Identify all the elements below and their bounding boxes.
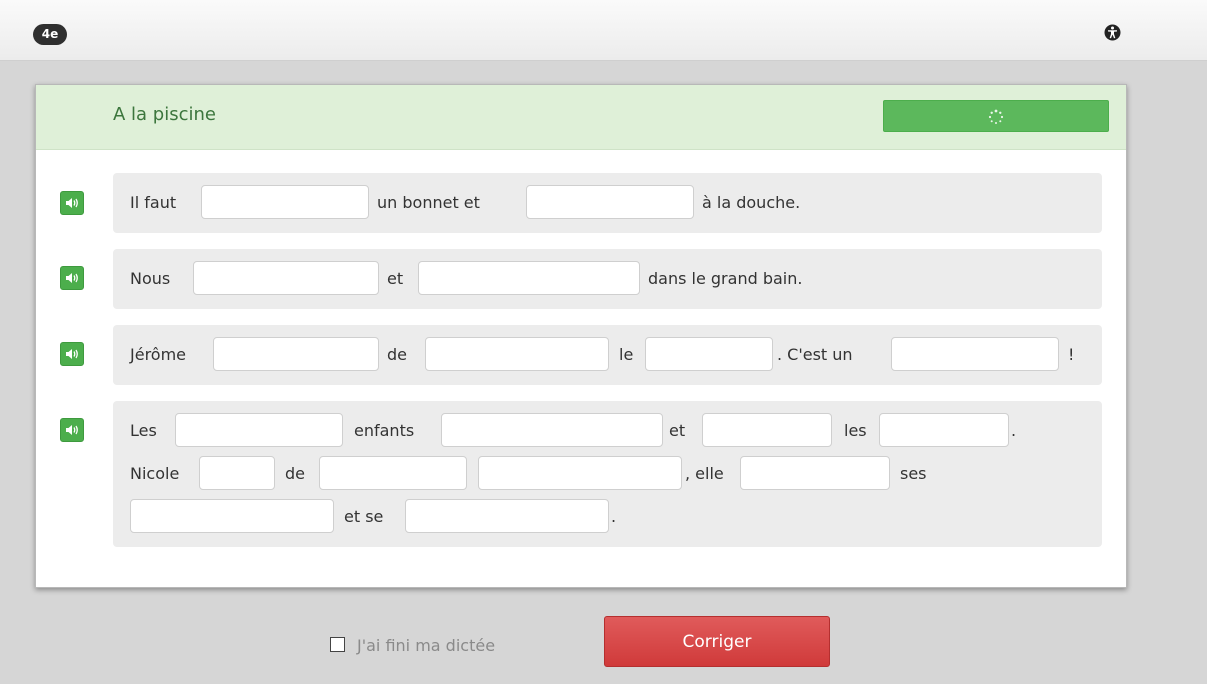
sentence-text: dans le grand bain. [648, 269, 803, 288]
blank-input[interactable] [740, 456, 890, 490]
blank-input[interactable] [891, 337, 1059, 371]
sentence-text: Il faut [130, 193, 177, 212]
sentence-text: . C'est un [777, 345, 853, 364]
play-sentence-3-button[interactable] [60, 342, 84, 366]
blank-input[interactable] [175, 413, 343, 447]
sentence-text: . [1011, 421, 1017, 440]
blank-input[interactable] [478, 456, 682, 490]
blank-input[interactable] [130, 499, 334, 533]
finished-label[interactable]: J'ai fini ma dictée [357, 636, 495, 655]
speaker-icon [66, 425, 78, 435]
sentence-text: ! [1068, 345, 1075, 364]
sentence-text: le [619, 345, 634, 364]
level-badge: 4e [33, 24, 67, 45]
blank-input[interactable] [441, 413, 663, 447]
sentence-line: Il faut un bonnet et à la douche. [113, 185, 1102, 221]
sentence-line: Nicole de , elle ses [113, 456, 1102, 492]
progress-button[interactable] [883, 100, 1109, 132]
blank-input[interactable] [213, 337, 379, 371]
sentence-text: à la douche. [702, 193, 801, 212]
sentence-text: . [611, 507, 617, 526]
play-sentence-1-button[interactable] [60, 191, 84, 215]
sentence-text: et [669, 421, 686, 440]
blank-input[interactable] [418, 261, 640, 295]
sentence-row-4: Les enfants et les . Nicole de , elle se… [113, 401, 1102, 547]
sentence-text: et se [344, 507, 384, 526]
sentence-row-3: Jérôme de le . C'est un ! [113, 325, 1102, 385]
speaker-icon [66, 349, 78, 359]
blank-input[interactable] [425, 337, 609, 371]
blank-input[interactable] [879, 413, 1009, 447]
sentence-line: et se . [113, 499, 1102, 535]
sentence-line: Nous et dans le grand bain. [113, 261, 1102, 297]
blank-input[interactable] [193, 261, 379, 295]
sentence-line: Les enfants et les . [113, 413, 1102, 449]
speaker-icon [66, 273, 78, 283]
sentence-text: et [387, 269, 404, 288]
sentence-line: Jérôme de le . C'est un ! [113, 337, 1102, 373]
sentence-text: ses [900, 464, 927, 483]
sentence-text: de [285, 464, 305, 483]
exercise-card: A la piscine Il faut un bonnet et à la d… [35, 84, 1127, 588]
top-bar: 4e [0, 0, 1207, 61]
sentence-row-1: Il faut un bonnet et à la douche. [113, 173, 1102, 233]
blank-input[interactable] [526, 185, 694, 219]
sentence-text: Nicole [130, 464, 180, 483]
exercise-header: A la piscine [36, 85, 1126, 150]
sentence-text: de [387, 345, 407, 364]
finished-checkbox[interactable] [330, 637, 345, 652]
sentence-text: enfants [354, 421, 415, 440]
sentence-row-2: Nous et dans le grand bain. [113, 249, 1102, 309]
play-sentence-4-button[interactable] [60, 418, 84, 442]
blank-input[interactable] [405, 499, 609, 533]
sentence-text: , elle [685, 464, 724, 483]
sentence-text: un bonnet et [377, 193, 480, 212]
blank-input[interactable] [645, 337, 773, 371]
blank-input[interactable] [319, 456, 467, 490]
blank-input[interactable] [702, 413, 832, 447]
sentence-text: Nous [130, 269, 171, 288]
speaker-icon [66, 198, 78, 208]
submit-button[interactable]: Corriger [604, 616, 830, 667]
blank-input[interactable] [201, 185, 369, 219]
sentence-text: Jérôme [130, 345, 187, 364]
play-sentence-2-button[interactable] [60, 266, 84, 290]
sentence-text: les [844, 421, 867, 440]
exercise-title: A la piscine [113, 104, 216, 125]
sentence-text: Les [130, 421, 157, 440]
blank-input[interactable] [199, 456, 275, 490]
spinner-icon [988, 109, 1004, 124]
accessibility-icon[interactable] [1104, 24, 1121, 41]
